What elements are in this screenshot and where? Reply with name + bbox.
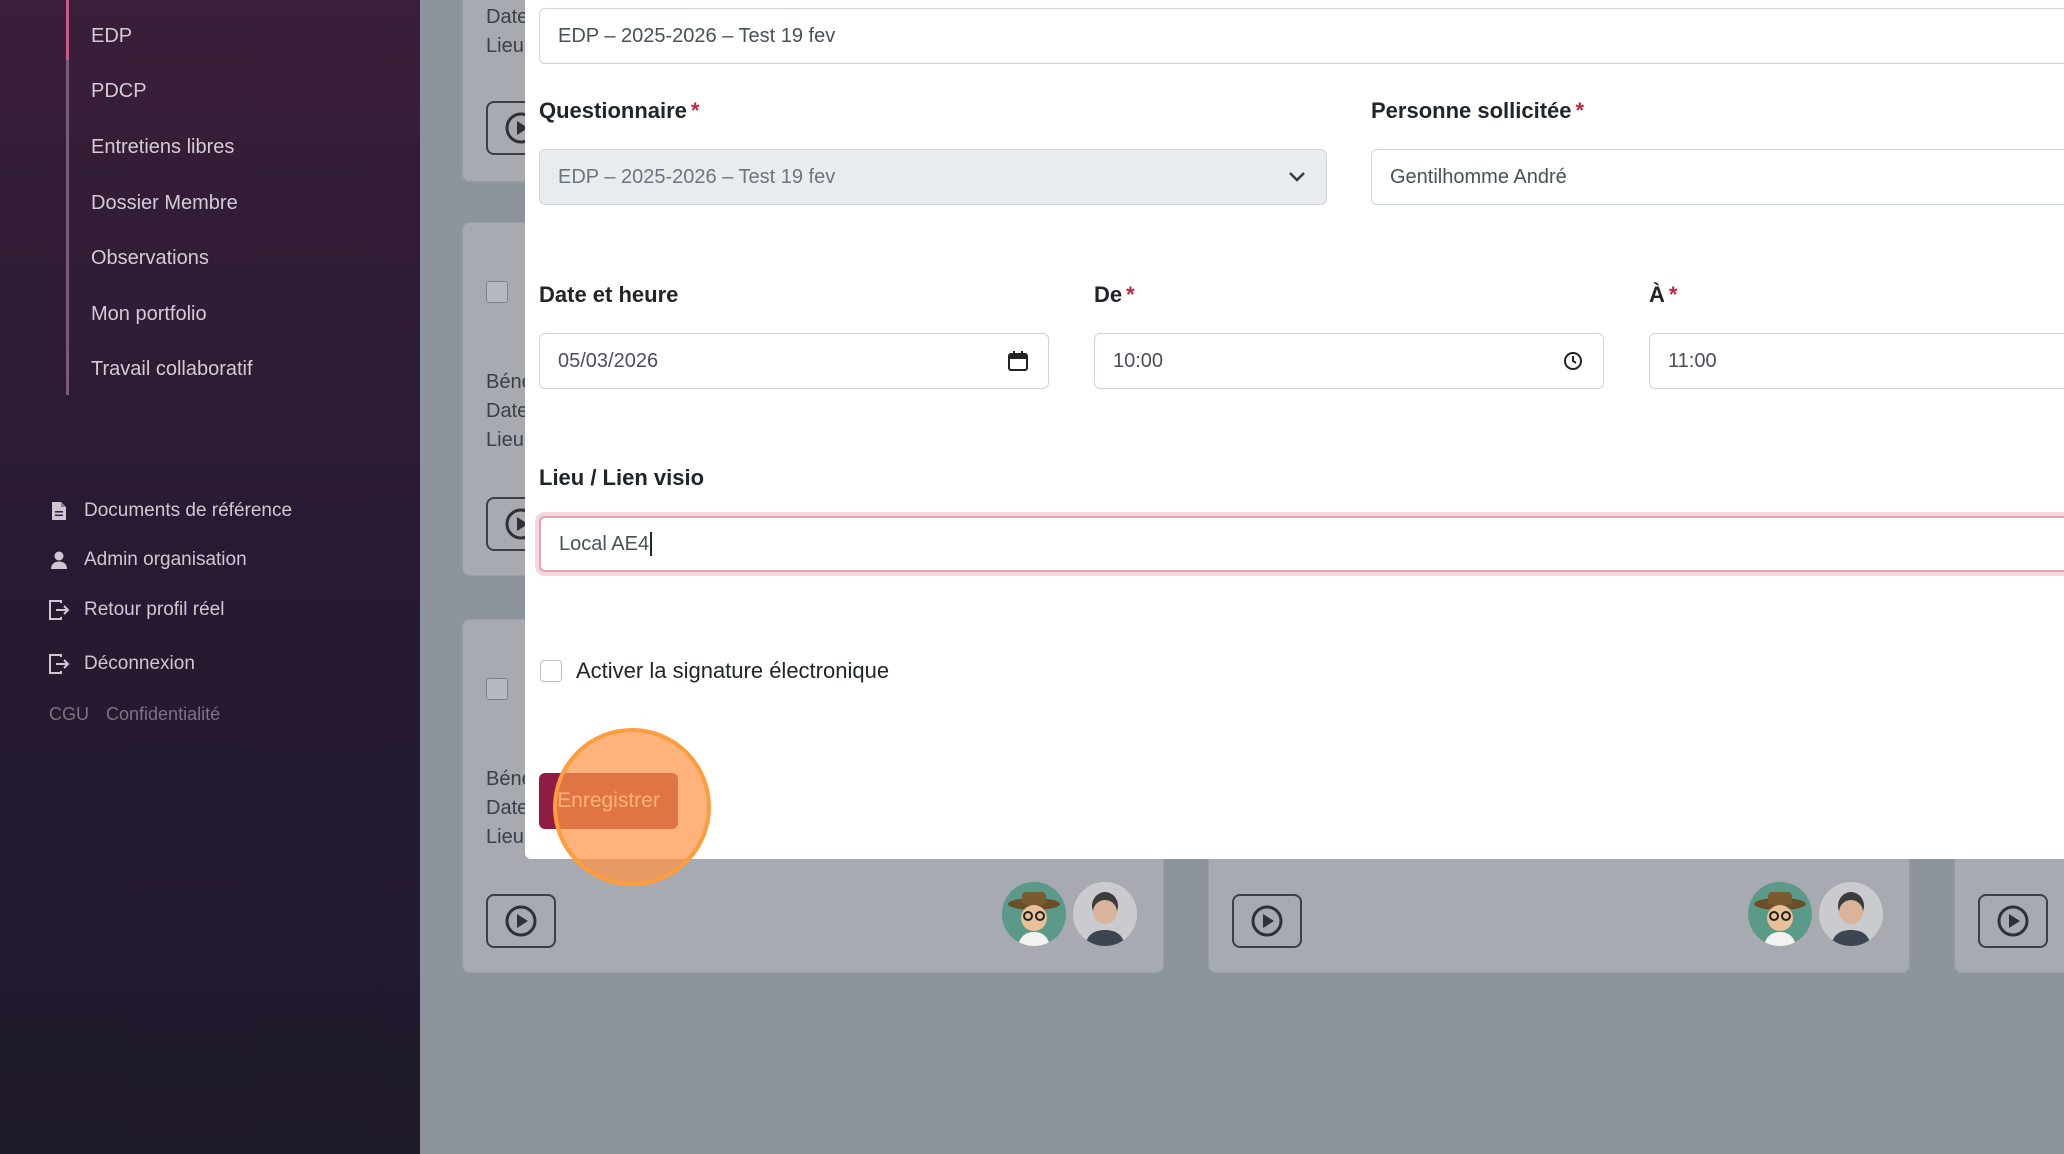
card-line: Lieu: [486, 429, 524, 451]
legal-links: CGU Confidentialité: [49, 704, 232, 725]
title-field-value: EDP – 2025-2026 – Test 19 fev: [558, 24, 836, 47]
date-input[interactable]: 05/03/2026: [539, 333, 1049, 389]
nav-item-edp[interactable]: EDP: [91, 22, 132, 50]
exit-icon: [48, 599, 70, 621]
start-time-value: 10:00: [1113, 349, 1164, 372]
card-line: Date: [486, 797, 529, 819]
location-input[interactable]: Local AE4: [539, 516, 2064, 572]
end-time-input[interactable]: 11:00: [1649, 333, 2064, 389]
sidebar-bottom-label: Admin organisation: [84, 549, 247, 570]
chevron-down-icon: [1288, 171, 1306, 183]
start-time-label: De *: [1094, 282, 1135, 307]
avatar: [1073, 882, 1137, 946]
active-indicator: [66, 0, 69, 60]
nav-item-pdcp[interactable]: PDCP: [91, 77, 147, 105]
sidebar-bottom-label: Documents de référence: [84, 500, 293, 521]
calendar-icon[interactable]: [1008, 351, 1028, 371]
interview-form-modal: EDP – 2025-2026 – Test 19 fev Questionna…: [525, 0, 2064, 859]
nav-item-travail-collaboratif[interactable]: Travail collaboratif: [91, 355, 253, 383]
user-icon: [48, 549, 70, 571]
logout-icon: [48, 653, 70, 675]
questionnaire-select[interactable]: EDP – 2025-2026 – Test 19 fev: [539, 149, 1327, 205]
play-button[interactable]: [1232, 894, 1302, 948]
date-label: Date et heure: [539, 282, 679, 307]
card-checkbox[interactable]: [486, 281, 508, 303]
card-line: Lieu: [486, 826, 524, 848]
card-line: Date: [486, 6, 529, 28]
save-button[interactable]: Enregistrer: [539, 773, 678, 829]
questionnaire-select-value: EDP – 2025-2026 – Test 19 fev: [558, 165, 836, 188]
sidebar-admin-organisation[interactable]: Admin organisation: [48, 546, 247, 574]
esign-checkbox[interactable]: [540, 660, 562, 682]
document-icon: [48, 500, 70, 522]
sidebar-bottom-label: Déconnexion: [84, 653, 195, 674]
card-checkbox[interactable]: [486, 678, 508, 700]
nav-item-entretiens-libres[interactable]: Entretiens libres: [91, 133, 234, 161]
sidebar-deconnexion[interactable]: Déconnexion: [48, 650, 195, 678]
sidebar-documents-reference[interactable]: Documents de référence: [48, 497, 292, 525]
person-field[interactable]: Gentilhomme André: [1371, 149, 2064, 205]
avatar: [1748, 882, 1812, 946]
clock-icon[interactable]: [1563, 351, 1583, 371]
cgu-link[interactable]: CGU: [49, 704, 89, 724]
esign-option[interactable]: Activer la signature électronique: [540, 658, 889, 684]
person-field-value: Gentilhomme André: [1390, 165, 1567, 188]
questionnaire-label: Questionnaire *: [539, 98, 700, 123]
avatar: [1002, 882, 1066, 946]
start-time-input[interactable]: 10:00: [1094, 333, 1604, 389]
avatar: [1819, 882, 1883, 946]
sidebar-bottom-label: Retour profil réel: [84, 599, 225, 620]
sidebar: EDP PDCP Entretiens libres Dossier Membr…: [0, 0, 420, 1154]
card-line: Lieu: [486, 35, 524, 57]
card-line: Date: [486, 400, 529, 422]
date-input-value: 05/03/2026: [558, 349, 659, 372]
location-label: Lieu / Lien visio: [539, 465, 705, 490]
end-time-value: 11:00: [1668, 349, 1717, 372]
privacy-link[interactable]: Confidentialité: [106, 704, 220, 724]
text-caret: [650, 532, 653, 556]
esign-label: Activer la signature électronique: [576, 658, 890, 683]
play-button[interactable]: [1978, 894, 2048, 948]
sidebar-retour-profil[interactable]: Retour profil réel: [48, 596, 224, 624]
nav-item-observations[interactable]: Observations: [91, 244, 209, 272]
nav-submenu-line: [66, 0, 69, 395]
play-button[interactable]: [486, 894, 556, 948]
end-time-label: À *: [1649, 282, 1678, 307]
location-input-value: Local AE4: [559, 532, 650, 555]
person-label: Personne sollicitée *: [1371, 98, 1585, 123]
nav-item-dossier-membre[interactable]: Dossier Membre: [91, 189, 238, 217]
title-field[interactable]: EDP – 2025-2026 – Test 19 fev: [539, 8, 2064, 64]
nav-item-mon-portfolio[interactable]: Mon portfolio: [91, 300, 207, 328]
